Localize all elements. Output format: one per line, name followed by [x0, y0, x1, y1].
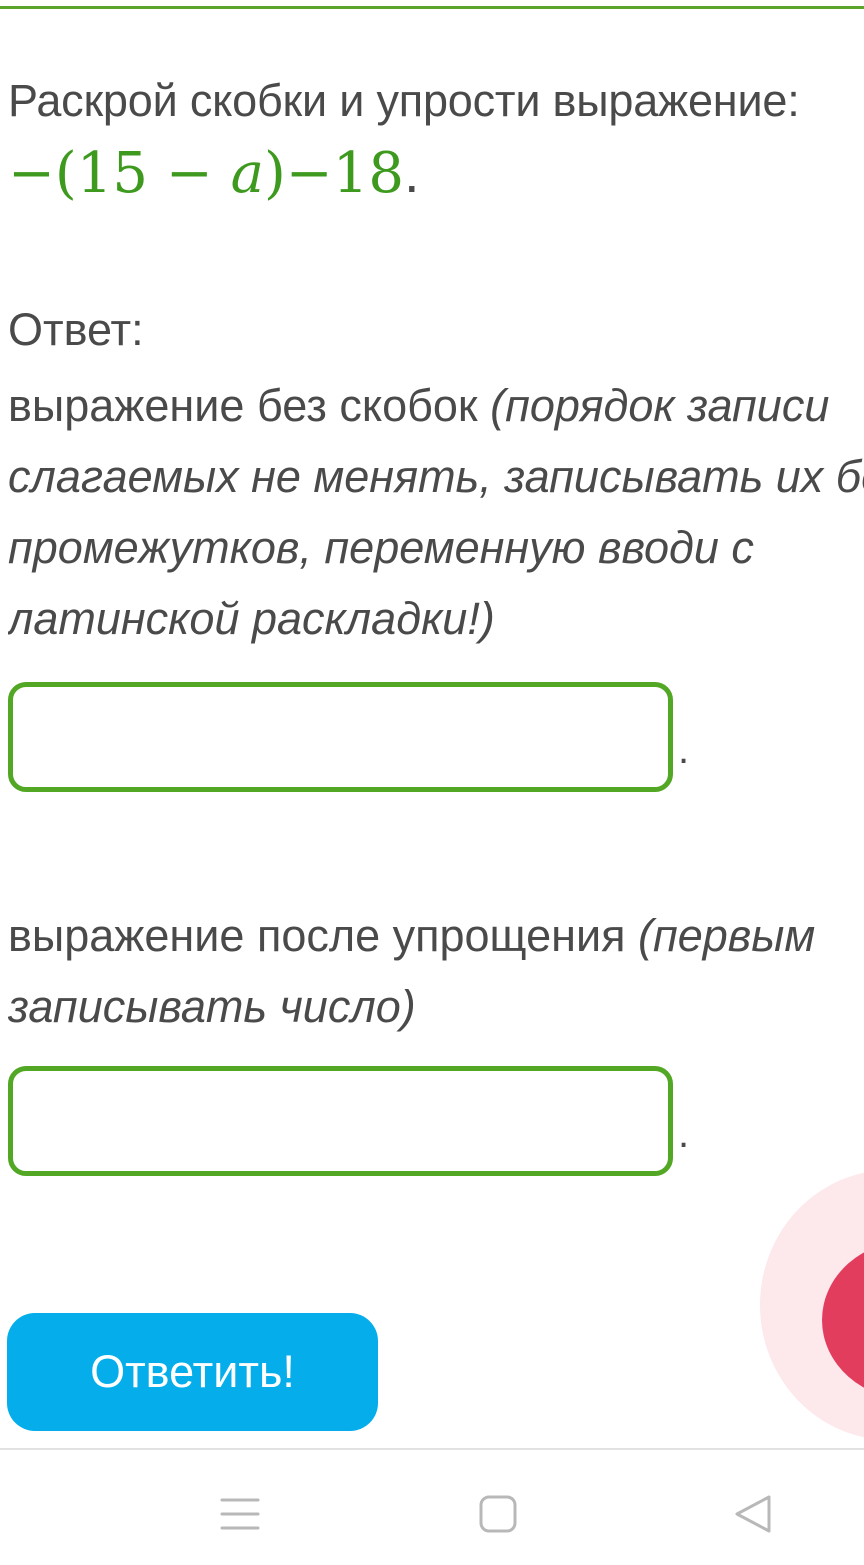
submit-button[interactable]: Ответить! [7, 1313, 378, 1431]
task-page: Раскрой скобки и упрости выражение: −(15… [0, 0, 864, 1565]
expanded-expression-input[interactable] [13, 687, 668, 787]
home-square-icon[interactable] [478, 1494, 518, 1539]
system-nav-bar [0, 1448, 864, 1565]
field2-instruction-line: выражение после упрощения (первым [8, 900, 864, 971]
back-triangle-icon[interactable] [733, 1494, 773, 1539]
field1-hint-start: (порядок записи [490, 380, 830, 431]
simplified-expression-field[interactable] [8, 1066, 673, 1176]
math-period: . [403, 141, 420, 204]
field1-hint-line: слагаемых не менять, записывать их без [8, 451, 864, 502]
field1-trailing-dot: . [678, 728, 690, 772]
field1-instruction-line: выражение без скобок (порядок записи [8, 370, 864, 441]
field1-label: выражение без скобок [8, 380, 491, 431]
math-lead: −(15 − [8, 141, 231, 206]
field1-instructions: выражение без скобок (порядок записи сла… [8, 370, 864, 654]
field2-hint-line: записывать число) [8, 981, 416, 1032]
math-expression: −(15 − a)−18. [8, 138, 420, 209]
answer-label: Ответ: [8, 304, 144, 355]
field2-instructions: выражение после упрощения (первым записы… [8, 900, 864, 1042]
field1-hint-line: латинской раскладки!) [8, 593, 495, 644]
field2-trailing-dot: . [678, 1112, 690, 1156]
simplified-expression-input[interactable] [13, 1071, 668, 1171]
top-divider [0, 6, 864, 9]
math-variable: a [230, 141, 264, 206]
field1-hint-line: промежутков, переменную вводи с [8, 522, 754, 573]
expanded-expression-field[interactable] [8, 682, 673, 792]
field2-hint-start: (первым [637, 910, 816, 961]
task-text: Раскрой скобки и упрости выражение: [8, 75, 800, 126]
math-tail: )−18 [263, 141, 404, 206]
menu-icon[interactable] [220, 1494, 260, 1539]
field2-label: выражение после упрощения [8, 910, 638, 961]
